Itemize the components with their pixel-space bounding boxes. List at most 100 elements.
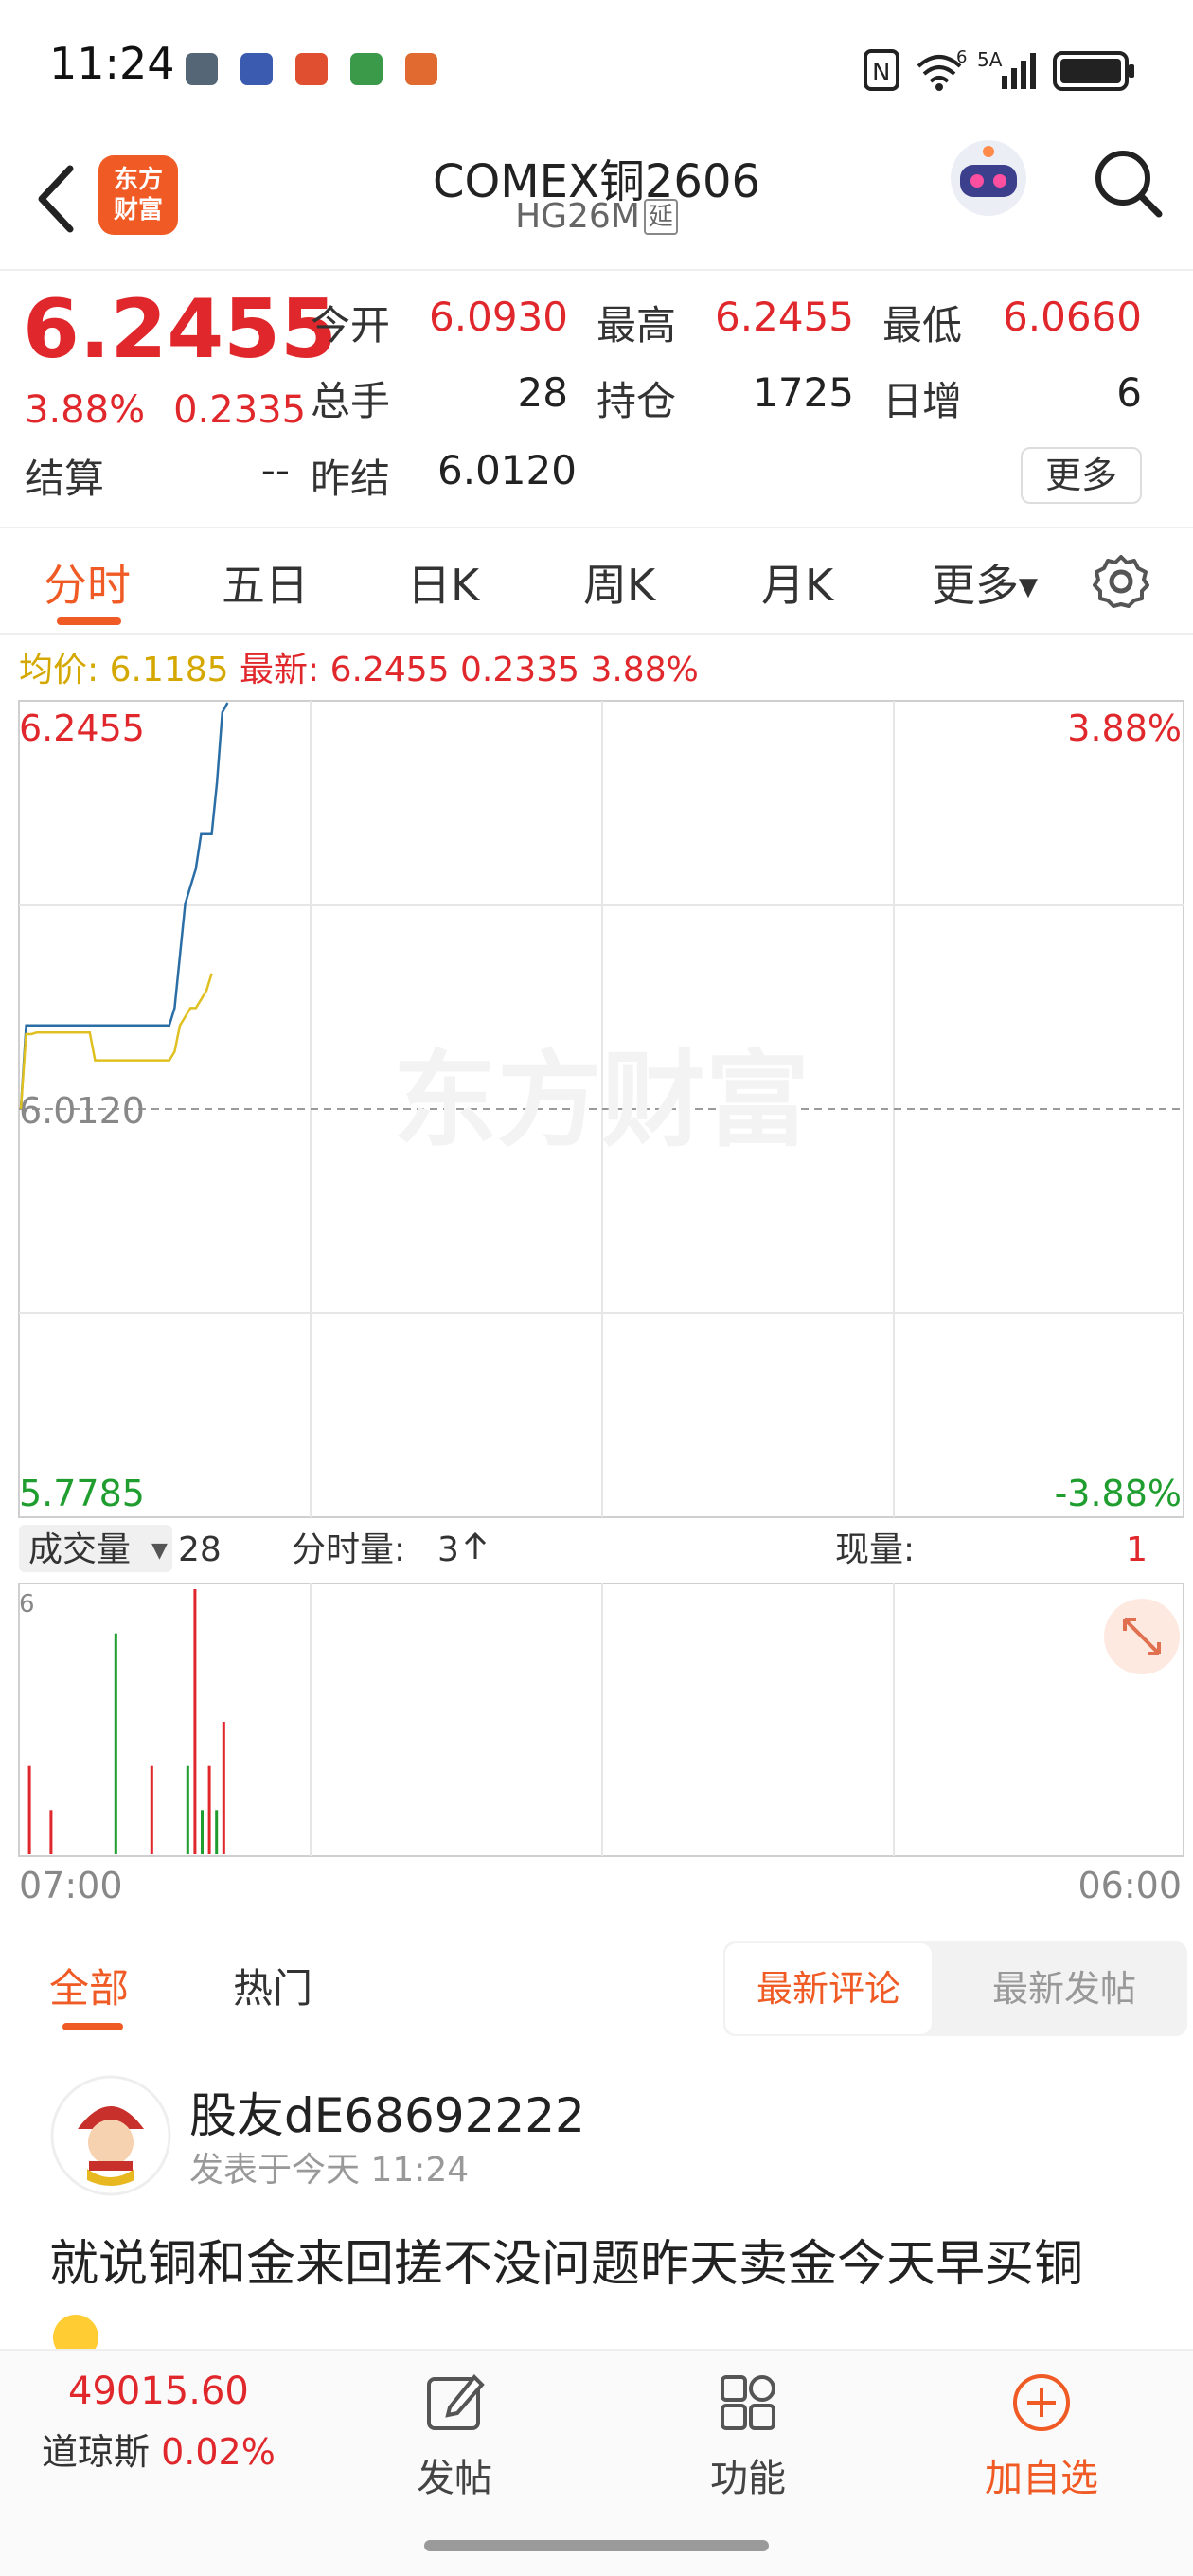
tick-volume-value: 3 [437,1530,459,1569]
volume-label: 总手 [311,378,391,424]
header: 东方 财富 COMEX铜2606 HG26M 延 [0,133,1193,271]
tab-daily-k[interactable]: 日K [407,551,479,614]
open-label: 今开 [311,302,391,349]
notification-app-icon [186,53,218,85]
latest-change: 0.2335 [460,651,579,689]
low-value: 6.0660 [1003,294,1142,340]
edit-icon [427,2374,485,2430]
intraday-chart[interactable]: 东方财富 6.2455 6.0120 5.7785 3.88% -3.88% 成… [0,691,1193,1923]
avg-price-line [19,973,213,1110]
volume-bar [222,1722,225,1854]
position-label: 持仓 [596,378,677,424]
status-bar: 11:24 N 6 5A [0,0,1193,133]
index-value[interactable]: 49015.60 [68,2370,249,2413]
arrow-up-icon [464,1531,487,1559]
index-pct: 0.02% [161,2431,276,2473]
sort-latest-posts[interactable]: 最新发帖 [951,1943,1178,2034]
svg-text:N: N [872,59,890,87]
notification-app-icon [295,53,328,85]
tab-monthly-k[interactable]: 月K [761,551,833,614]
home-indicator[interactable] [424,2540,769,2551]
open-value: 6.0930 [429,294,568,340]
nav-add-label: 加自选 [985,2457,1098,2500]
settings-gear-icon[interactable] [1091,551,1151,612]
active-tab-indicator [57,617,121,625]
comments-tab-indicator [62,2023,123,2030]
prev-settle-label: 昨结 [311,456,391,502]
current-volume-value: 1 [1126,1530,1148,1569]
avg-price-label: 均价: [19,651,99,689]
notification-app-icon [240,53,273,85]
settle-value: -- [260,447,290,493]
tab-weekly-k[interactable]: 周K [583,551,655,614]
volume-value: 28 [517,369,568,416]
nav-post[interactable]: 发帖 [350,2370,559,2502]
tab-intraday[interactable]: 分时 [44,551,131,614]
nav-add-watchlist[interactable]: 加自选 [937,2370,1146,2502]
volume-bar [114,1633,117,1854]
sort-latest-comments[interactable]: 最新评论 [725,1943,932,2034]
more-quote-button[interactable]: 更多 [1021,447,1142,504]
nav-functions[interactable]: 功能 [644,2370,852,2502]
volume-bar [49,1810,53,1854]
tab-hot[interactable]: 热门 [233,1957,312,2014]
volume-total: 28 [178,1530,222,1569]
nav-functions-label: 功能 [710,2457,786,2500]
volume-bar [207,1765,211,1854]
post-content-text: 就说铜和金来回搓不没问题昨天卖金今天早买铜 [49,2236,1084,2293]
chevron-down-icon: ▼ [1019,573,1038,601]
chart-tabs: 分时 五日 日K 周K 月K 更多▼ [0,530,1193,635]
current-volume-label: 现量: [835,1530,915,1569]
volume-bar [215,1810,219,1854]
latest-value: 6.2455 [329,651,450,689]
add-circle-icon [1013,2374,1070,2431]
notification-app-icon [405,53,437,85]
high-label: 最高 [596,302,677,349]
change-pct: 3.88% [25,388,146,432]
volume-bars-layer [27,1589,225,1854]
search-icon[interactable] [1091,146,1166,222]
latest-label: 最新: [240,651,320,689]
volume-selector-chevron-icon: ▼ [151,1539,168,1563]
volume-selector: 成交量 [28,1530,131,1569]
tab-five-day[interactable]: 五日 [222,551,309,614]
last-price: 6.2455 [23,282,337,377]
index-name: 道琼斯 [42,2431,151,2473]
chart-svg: 东方财富 6.2455 6.0120 5.7785 3.88% -3.88% 成… [18,700,1184,1906]
prev-settle-value: 6.0120 [437,447,577,493]
tab-more[interactable]: 更多▼ [932,551,1038,614]
volume-bar [201,1810,204,1854]
change-amount: 0.2335 [173,388,307,432]
status-time: 11:24 [49,38,175,89]
volume-bar [193,1589,197,1854]
tick-volume-label: 分时量: [292,1530,405,1569]
y-top-label: 6.2455 [19,707,145,749]
avatar[interactable] [49,2074,172,2197]
position-value: 1725 [753,369,854,416]
y-bottom-label: 5.7785 [19,1473,145,1514]
tab-all[interactable]: 全部 [49,1957,129,2014]
pct-top-label: 3.88% [1067,707,1182,749]
system-status-icons: N 6 5A [864,47,1134,91]
low-label: 最低 [882,302,963,349]
x-start-label: 07:00 [19,1865,123,1906]
index-ticker[interactable]: 道琼斯 0.02% [42,2423,276,2475]
daily-inc-value: 6 [1116,369,1142,416]
x-end-label: 06:00 [1077,1865,1182,1906]
chart-info-line: 均价: 6.1185 最新: 6.2455 0.2335 3.88% [19,642,699,691]
latest-pct: 3.88% [590,651,699,689]
change-info: 3.88% 0.2335 [25,388,306,432]
volume-bar [150,1765,153,1854]
volume-bar [186,1765,189,1854]
high-value: 6.2455 [715,294,854,340]
settle-label: 结算 [25,456,105,502]
avg-price-value: 6.1185 [109,651,229,689]
daily-inc-label: 日增 [882,378,963,424]
robot-assistant-icon[interactable] [943,133,1034,224]
sort-toggle: 最新评论 最新发帖 [723,1941,1187,2036]
post-username[interactable]: 股友dE68692222 [189,2078,585,2146]
comments-tabs: 全部 热门 最新评论 最新发帖 [0,1932,1193,2036]
contract-code: HG26M [515,197,640,236]
y-mid-label: 6.0120 [19,1090,145,1132]
watermark: 东方财富 [393,1040,810,1161]
